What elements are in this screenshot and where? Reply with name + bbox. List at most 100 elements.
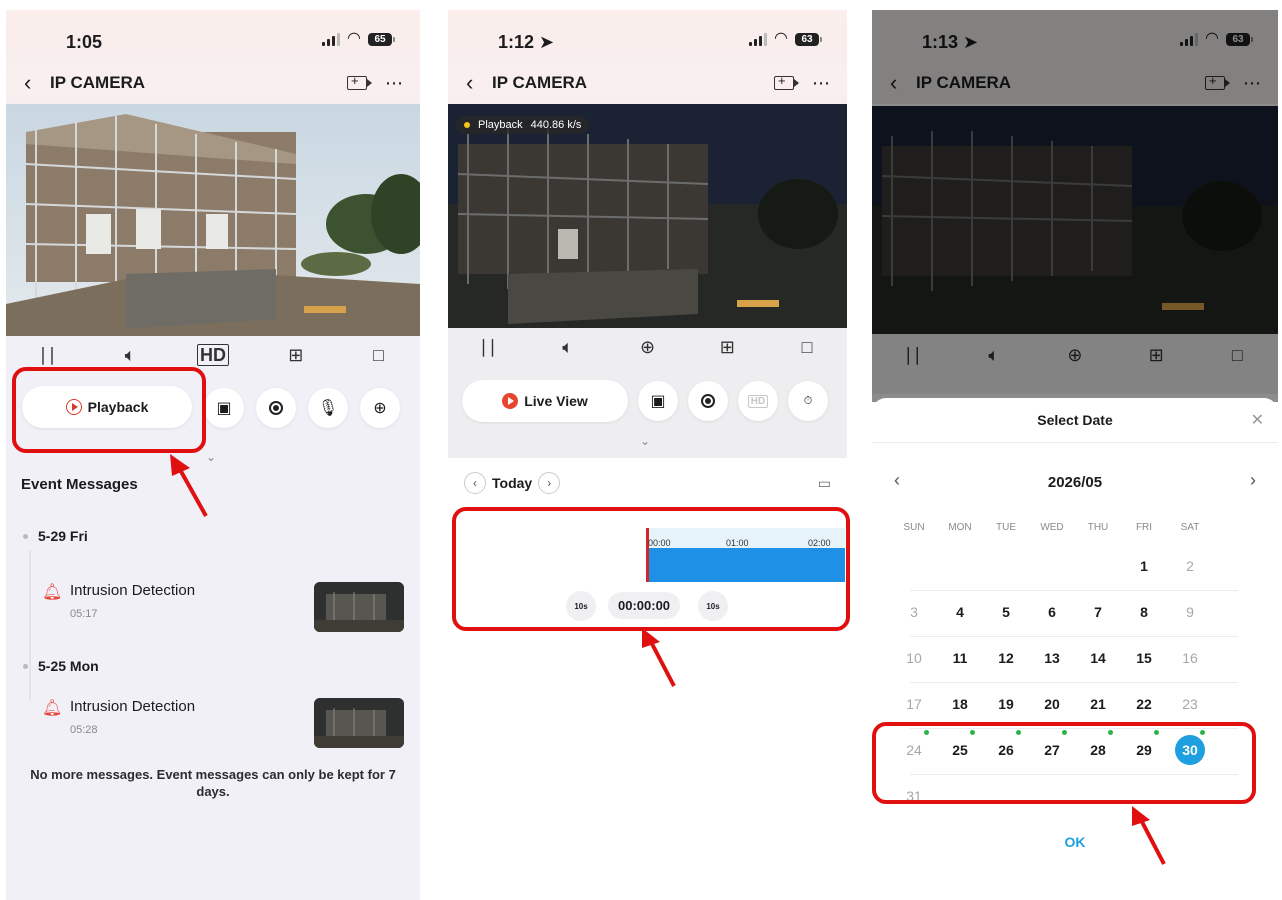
microphone-button[interactable]: 🎙︎ [308,388,348,428]
camera-icon: ▣ [216,400,232,417]
prev-day-button[interactable]: ‹ [464,472,486,494]
event-thumbnail[interactable] [314,582,404,632]
wifi-icon: ◠ [347,30,361,47]
calendar-day[interactable]: 1 [1121,558,1167,574]
calendar-day[interactable]: 2 [1167,558,1213,574]
battery-icon: 63 [795,32,822,46]
speaker-icon[interactable]: 🔈︎ [110,345,150,366]
calendar-day[interactable]: 8 [1121,604,1167,620]
page-title: IP CAMERA [492,73,588,92]
ok-button[interactable]: OK [872,834,1278,850]
add-camera-icon[interactable] [347,73,372,90]
live-view-icon [502,393,519,409]
grid-icon[interactable]: ⊞ [707,337,747,358]
calendar-day[interactable]: 7 [1075,604,1121,620]
calendar-day[interactable]: 18 [937,696,983,712]
camera-video-feed[interactable] [6,104,420,336]
more-icon[interactable]: ⋯ [385,73,404,94]
camera-video-feed[interactable]: Playback 440.86 k/s [448,104,847,328]
pause-icon[interactable]: ∣∣ [27,345,67,366]
highlight-box-week [872,722,1256,804]
calendar-day[interactable]: 16 [1167,650,1213,666]
back-icon[interactable]: ‹ [466,70,492,96]
wifi-icon: ◠ [774,30,788,47]
speed-button[interactable]: ⏱ [788,381,828,421]
snapshot-button[interactable]: ▣ [204,388,244,428]
calendar-day[interactable]: 15 [1121,650,1167,666]
red-arrow-icon [170,454,208,517]
calendar-day[interactable]: 14 [1075,650,1121,666]
snapshot-button[interactable]: ▣ [638,381,678,421]
bell-icon: 🔔︎ [42,700,63,717]
red-arrow-icon [642,628,676,687]
highlight-box-playback [12,367,206,453]
event-thumbnail[interactable] [314,698,404,748]
close-icon[interactable]: ✕ [1251,410,1264,430]
grid-icon[interactable]: ⊞ [276,345,316,366]
calendar-day[interactable]: 10 [891,650,937,666]
sheet-title: Select Date [1037,412,1113,428]
weekday-label: SAT [1180,522,1200,533]
calendar-day[interactable]: 22 [1121,696,1167,712]
calendar-day[interactable]: 20 [1029,696,1075,712]
record-button[interactable] [688,381,728,421]
record-button[interactable] [256,388,296,428]
calendar-day[interactable]: 3 [891,604,937,620]
zoom-in-icon[interactable]: ⊕ [627,337,667,358]
calendar-day[interactable]: 21 [1075,696,1121,712]
chevron-down-icon[interactable]: ⌄ [640,434,650,448]
add-camera-icon[interactable] [774,73,799,90]
calendar-day[interactable]: 13 [1029,650,1075,666]
next-month-button[interactable]: › [1250,470,1256,491]
hd-icon[interactable]: HD [193,343,233,366]
speaker-icon[interactable]: 🔈︎ [548,337,588,358]
calendar-day[interactable]: 23 [1167,696,1213,712]
calendar-day[interactable]: 19 [983,696,1029,712]
video-controls: ∣∣ 🔈︎ ⊕ ⊞ □ [448,332,847,362]
weekday-label: MON [948,522,972,533]
zoom-button[interactable]: ⊕ [360,388,400,428]
weekday-label: SUN [903,522,925,533]
weekday-label: WED [1040,522,1064,533]
screen-rotate-icon[interactable]: □ [359,345,399,366]
date-label[interactable]: Today [492,475,532,491]
highlight-box-timeline [452,507,850,631]
status-icons: ◠ 63 [749,30,822,47]
signal-icon [322,32,341,46]
pause-icon[interactable]: ∣∣ [468,337,508,358]
layout-toggle-icon[interactable]: ▭ [818,475,831,492]
live-view-button[interactable]: Live View [462,380,628,422]
zoom-in-icon: ⊕ [373,400,387,417]
camera-icon: ▣ [650,393,666,410]
status-dot [464,122,470,128]
modal-overlay[interactable] [872,10,1278,402]
nav-bar: ‹ IP CAMERA ⋯ [24,70,404,96]
weekday-label: THU [1087,522,1109,533]
microphone-icon: 🎙︎ [317,400,339,417]
live-view-label: Live View [524,393,588,409]
location-arrow-icon: ➤ [539,32,555,52]
construction-site-image [6,104,420,336]
day-header: 5-29 Fri [23,528,88,544]
weekday-label: FRI [1135,522,1153,533]
more-icon[interactable]: ⋯ [812,73,831,94]
calendar-day[interactable]: 9 [1167,604,1213,620]
screen-rotate-icon[interactable]: □ [787,337,827,358]
speed-icon: ⏱ [803,394,813,407]
back-icon[interactable]: ‹ [24,70,50,96]
calendar-day[interactable]: 6 [1029,604,1075,620]
calendar-day[interactable]: 12 [983,650,1029,666]
date-selector: ‹ Today › ▭ [448,470,847,496]
red-arrow-icon [1132,806,1166,865]
section-title: Event Messages [21,476,138,493]
record-icon [701,394,715,408]
night-construction-image [448,104,847,328]
weekday-label: TUE [996,522,1016,533]
calendar-day[interactable]: 17 [891,696,937,712]
calendar-day[interactable]: 4 [937,604,983,620]
hd-button[interactable]: HD [738,381,778,421]
next-day-button[interactable]: › [538,472,561,494]
month-label: 2026/05 [1047,474,1103,491]
calendar-day[interactable]: 11 [937,650,983,666]
calendar-day[interactable]: 5 [983,604,1029,620]
